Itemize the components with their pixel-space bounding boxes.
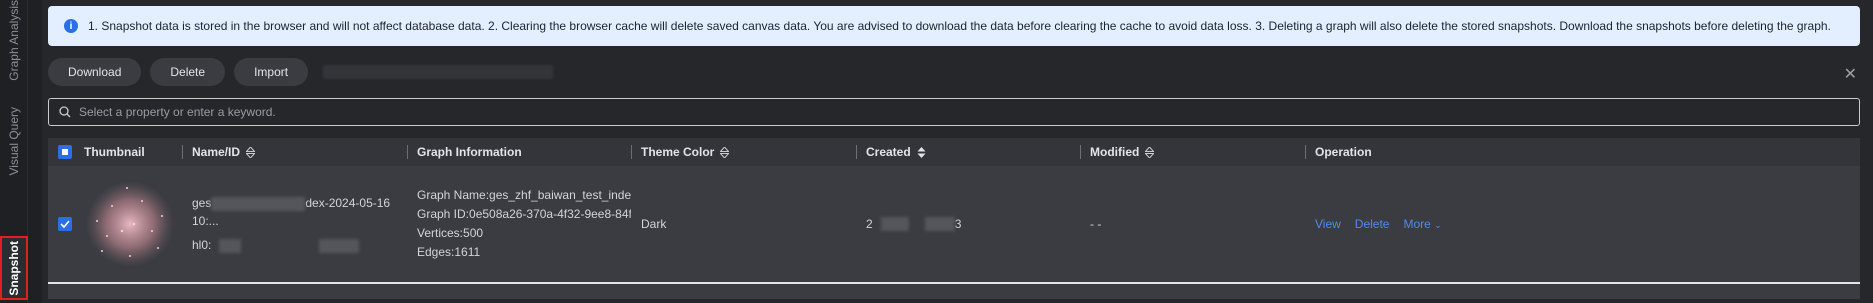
more-label: More: [1403, 217, 1431, 231]
column-label: Name/ID: [192, 145, 241, 159]
select-all-cell: [48, 138, 78, 166]
view-link[interactable]: View: [1315, 217, 1341, 231]
graph-vertices: Vertices:500: [417, 226, 484, 240]
sort-icon[interactable]: [246, 146, 256, 158]
side-tab-label: Snapshot: [7, 240, 21, 296]
created-prefix: 2: [866, 217, 873, 231]
notice-text: 1. Snapshot data is stored in the browse…: [88, 19, 1831, 33]
side-tab-snapshot[interactable]: Snapshot: [0, 236, 28, 300]
graph-thumbnail[interactable]: [82, 176, 178, 272]
modified-cell: - -: [1080, 166, 1305, 282]
column-thumbnail: Thumbnail: [78, 138, 182, 166]
snapshot-id: hl0:: [192, 236, 407, 254]
delete-button[interactable]: Delete: [150, 58, 226, 86]
sort-icon[interactable]: [1145, 146, 1155, 158]
graph-info-cell: Graph Name:ges_zhf_baiwan_test_index Gra…: [407, 166, 631, 282]
side-tab-label: Graph Analysis: [7, 0, 21, 81]
column-label: Theme Color: [641, 145, 715, 159]
column-label: Graph Information: [417, 145, 522, 159]
side-tab-bar: Graph Analysis Visual Query Snapshot: [0, 0, 28, 303]
delete-link[interactable]: Delete: [1355, 217, 1390, 231]
table-row: [48, 284, 1860, 299]
column-name-id[interactable]: Name/ID: [182, 138, 407, 166]
snapshot-table: Thumbnail Name/ID Graph Information Them…: [48, 138, 1860, 299]
search-box: [48, 98, 1860, 126]
table-row: ges dex-2024-05-16 10:... hl0: Graph Name…: [48, 166, 1860, 284]
table-header: Thumbnail Name/ID Graph Information Them…: [48, 138, 1860, 166]
column-graph-info: Graph Information: [407, 138, 631, 166]
select-all-checkbox[interactable]: [58, 145, 72, 159]
column-created[interactable]: Created: [856, 138, 1080, 166]
side-tab-graph-analysis[interactable]: Graph Analysis: [0, 0, 28, 80]
operation-cell: View Delete More ⌄: [1305, 166, 1565, 282]
modified-value: - -: [1090, 217, 1102, 231]
theme-color-cell: Dark: [631, 166, 856, 282]
column-label: Modified: [1090, 145, 1140, 159]
side-tab-label: Visual Query: [7, 106, 21, 176]
search-icon: [59, 106, 71, 118]
created-cell: 23: [856, 166, 1080, 282]
graph-name: Graph Name:ges_zhf_baiwan_test_index: [417, 188, 631, 202]
snapshot-name: ges dex-2024-05-16 10:...: [192, 194, 407, 230]
sort-active-icon[interactable]: [917, 146, 926, 158]
search-input[interactable]: [79, 105, 1859, 119]
thumbnail-cell: [78, 166, 182, 282]
close-icon[interactable]: ✕: [1844, 64, 1857, 84]
column-operation: Operation: [1305, 138, 1565, 166]
graph-id: Graph ID:0e508a26-370a-4f32-9ee8-84f82cf…: [417, 207, 631, 221]
name-id-cell: ges dex-2024-05-16 10:... hl0:: [182, 166, 407, 282]
graph-edges: Edges:1611: [417, 245, 481, 259]
snapshot-id-prefix: hl0:: [192, 238, 212, 252]
column-modified[interactable]: Modified: [1080, 138, 1305, 166]
notice-banner: i 1. Snapshot data is stored in the brow…: [48, 6, 1860, 46]
snapshot-name-prefix: ges: [192, 196, 212, 210]
snapshot-panel: i 1. Snapshot data is stored in the brow…: [42, 0, 1873, 303]
row-checkbox[interactable]: [58, 217, 72, 231]
created-suffix: 3: [954, 217, 962, 231]
row-select-cell: [48, 166, 78, 282]
toolbar: Download Delete Import: [48, 58, 554, 86]
column-label: Created: [866, 145, 911, 159]
column-label: Thumbnail: [84, 145, 145, 159]
column-label: Operation: [1315, 145, 1372, 159]
more-dropdown[interactable]: More ⌄: [1403, 217, 1441, 231]
import-button[interactable]: Import: [234, 58, 309, 86]
theme-color-value: Dark: [641, 217, 667, 231]
column-theme-color[interactable]: Theme Color: [631, 138, 856, 166]
blurred-selection-info: [323, 65, 554, 79]
download-button[interactable]: Download: [48, 58, 142, 86]
info-icon: i: [64, 19, 78, 33]
chevron-down-icon: ⌄: [1434, 220, 1442, 230]
side-tab-visual-query[interactable]: Visual Query: [0, 100, 28, 182]
sort-icon[interactable]: [720, 146, 730, 158]
